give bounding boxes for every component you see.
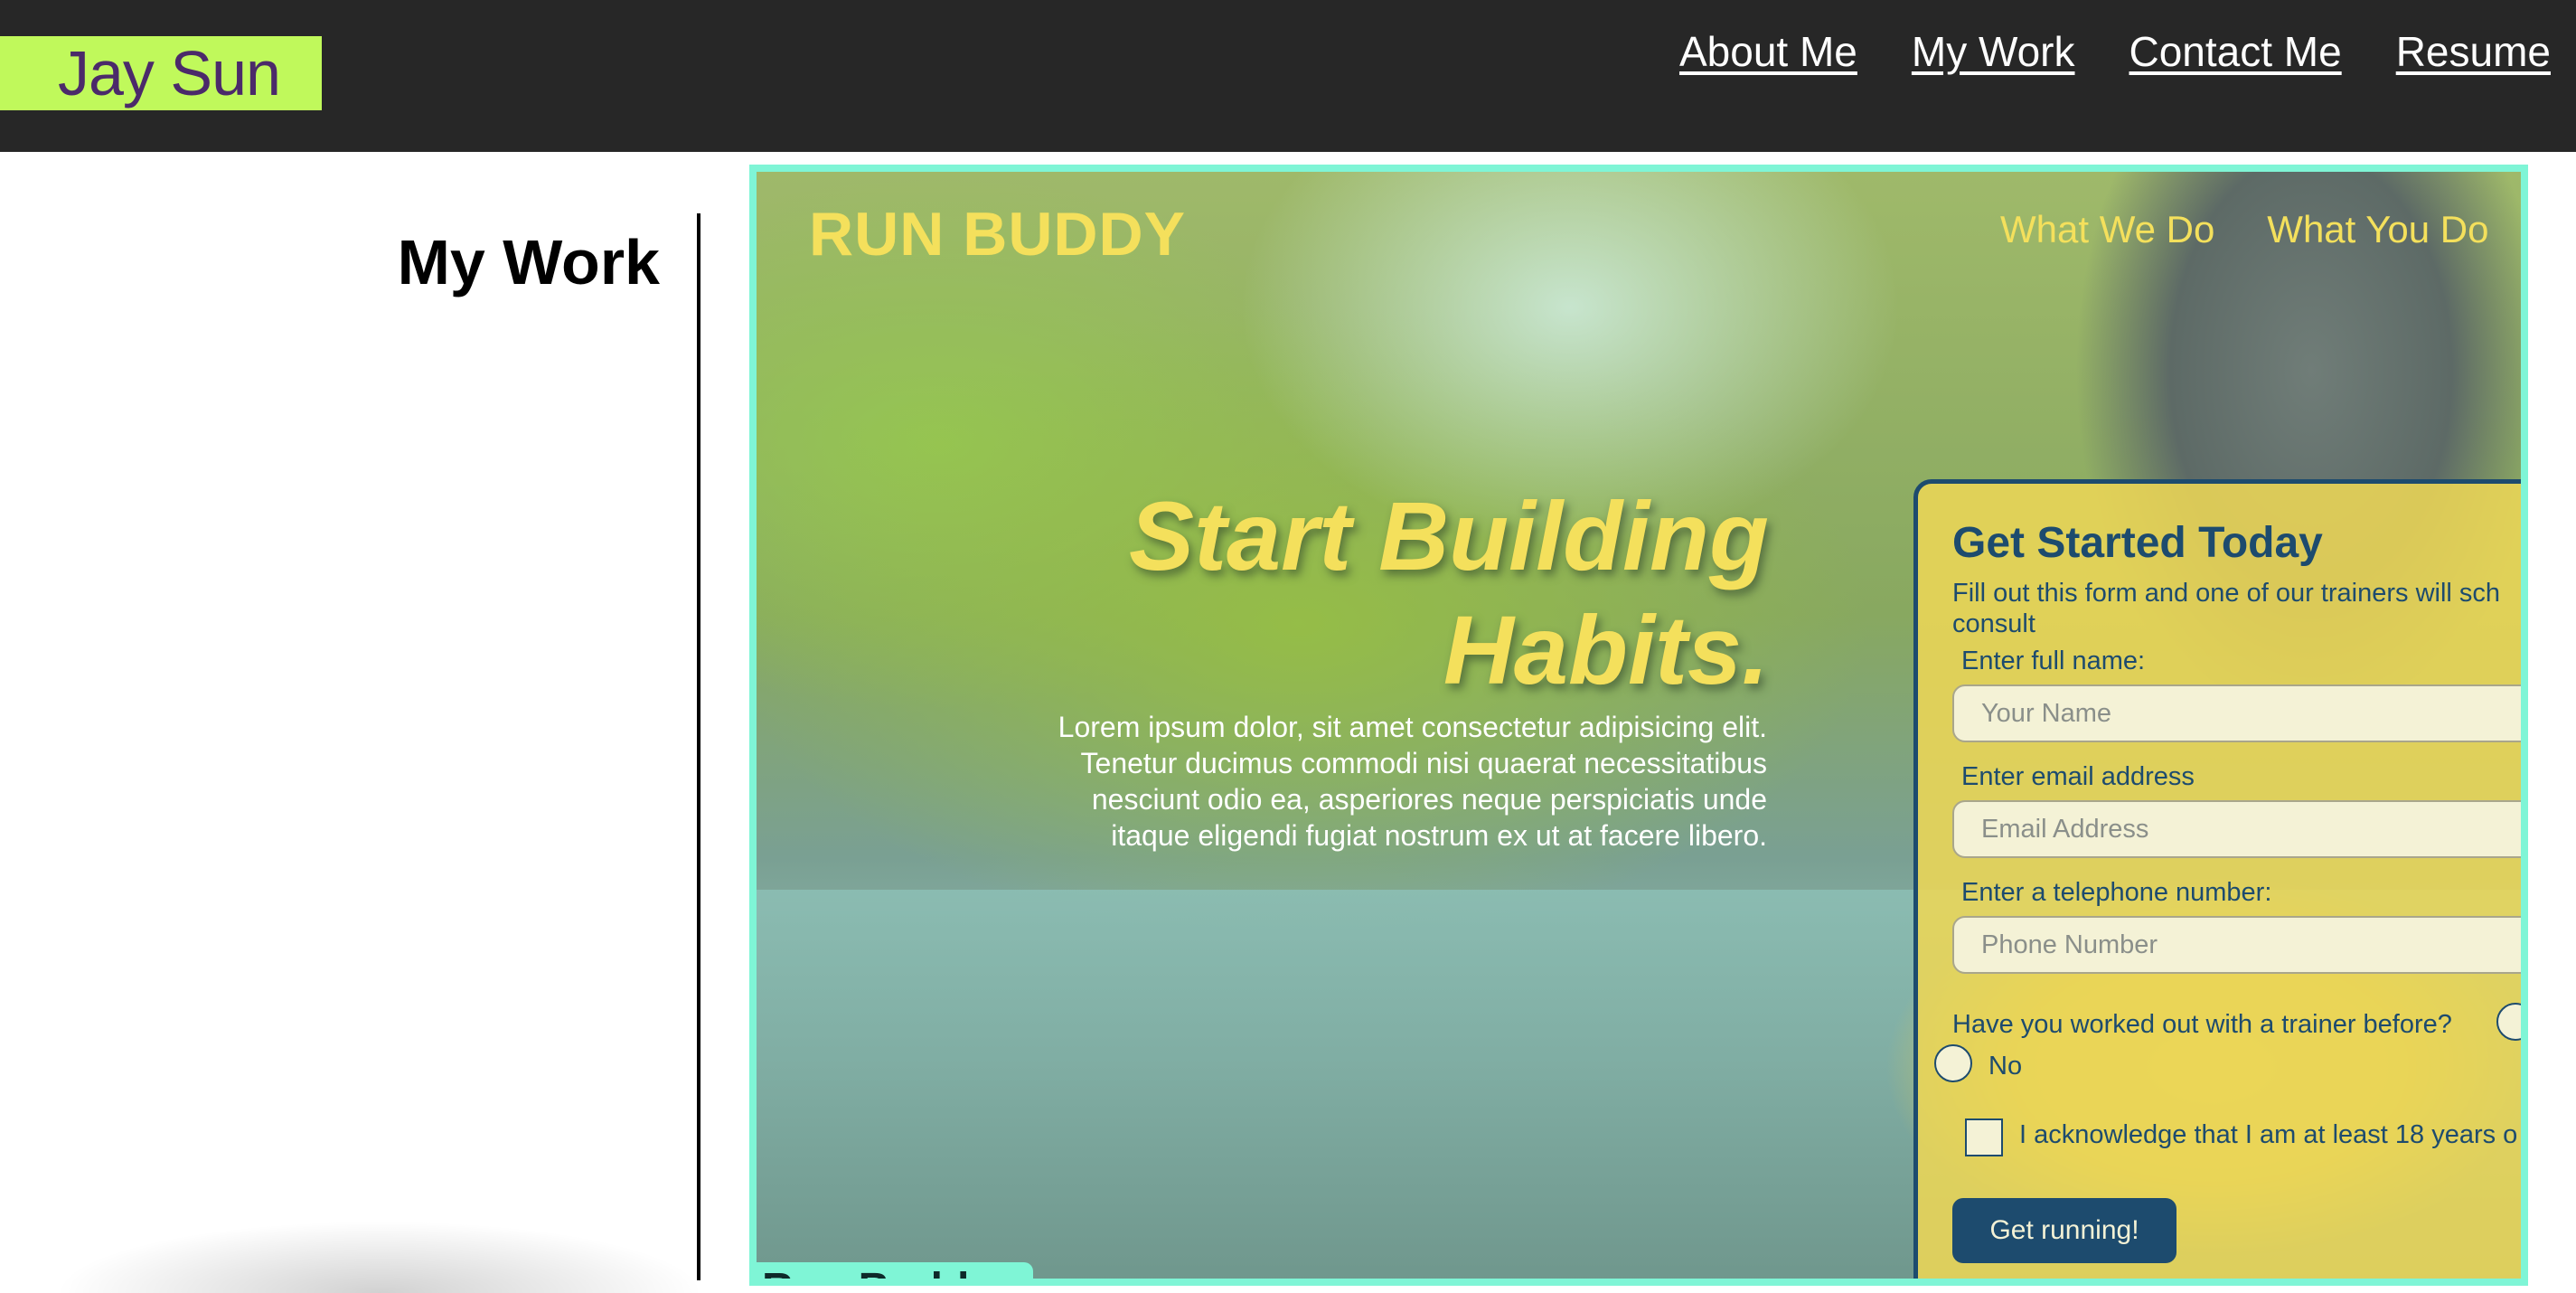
email-label: Enter email address — [1961, 762, 2195, 791]
hero-title: Start Building Habits. — [973, 479, 1769, 707]
section-divider — [697, 213, 700, 1280]
radio-yes — [2496, 1003, 2521, 1041]
site-logo: RUN BUDDY — [809, 200, 1186, 269]
phone-input: Phone Number — [1952, 916, 2521, 974]
phone-label: Enter a telephone number: — [1961, 878, 2272, 907]
email-input: Email Address — [1952, 800, 2521, 858]
age-checkbox-label: I acknowledge that I am at least 18 year… — [2019, 1120, 2518, 1149]
get-running-button: Get running! — [1952, 1198, 2176, 1263]
age-checkbox — [1965, 1118, 2003, 1156]
radio-no-label: No — [1988, 1052, 2023, 1081]
nav-link-contact-me[interactable]: Contact Me — [2129, 27, 2341, 76]
site-nav-what-you-do: What You Do — [2267, 208, 2489, 250]
radio-no — [1934, 1044, 1972, 1082]
project-card-run-buddy[interactable]: RUN BUDDY What We Do What You Do Y Start… — [749, 165, 2528, 1286]
form-title: Get Started Today — [1952, 519, 2323, 567]
nav-link-my-work[interactable]: My Work — [1912, 27, 2075, 76]
site-nav-what-we-do: What We Do — [2000, 208, 2215, 250]
trainer-question: Have you worked out with a trainer befor… — [1952, 1010, 2452, 1039]
name-input: Your Name — [1952, 684, 2521, 742]
decorative-shadow — [54, 1221, 705, 1293]
top-navbar: Jay Sun About Me My Work Contact Me Resu… — [0, 0, 2576, 152]
main-nav: About Me My Work Contact Me Resume — [1679, 27, 2551, 76]
signup-form: Get Started Today Fill out this form and… — [1913, 479, 2521, 1279]
site-nav: What We Do What You Do Y — [2000, 208, 2521, 251]
project-caption[interactable]: Run Buddy — [757, 1262, 1033, 1279]
nav-link-about-me[interactable]: About Me — [1679, 27, 1857, 76]
brand-logo[interactable]: Jay Sun — [0, 36, 322, 110]
name-label: Enter full name: — [1961, 646, 2146, 675]
hero-title-line-2: Habits. — [1443, 595, 1769, 704]
hero-text: Lorem ipsum dolor, sit amet consectetur … — [1058, 711, 1767, 852]
form-description: Fill out this form and one of our traine… — [1952, 579, 2501, 638]
nav-link-resume[interactable]: Resume — [2396, 27, 2551, 76]
hero-title-line-1: Start Building — [1129, 481, 1769, 590]
section-title: My Work — [397, 227, 660, 297]
